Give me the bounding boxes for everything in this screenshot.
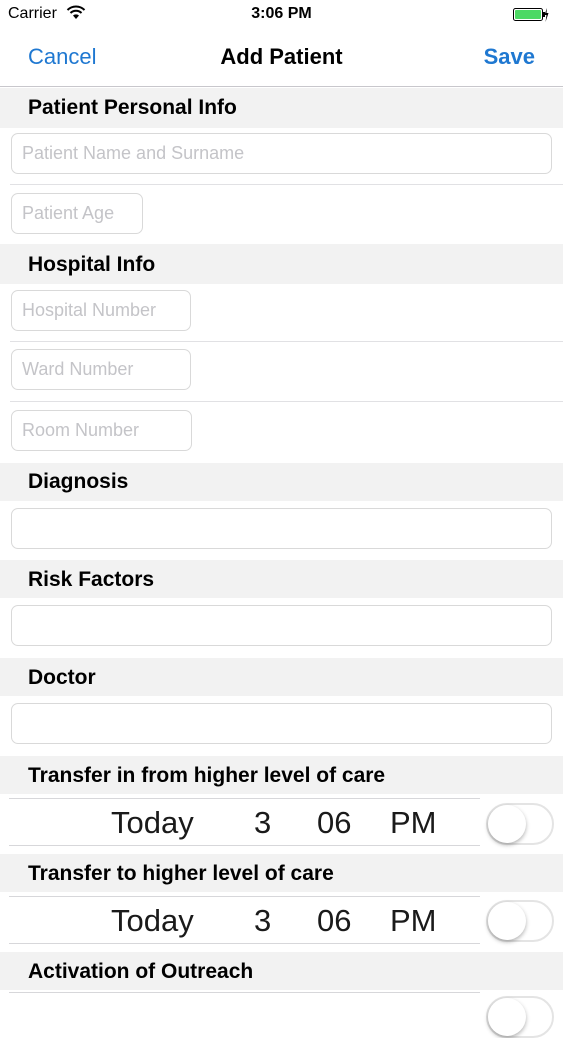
ward-number-field[interactable]: Ward Number xyxy=(11,349,191,390)
section-header-outreach: Activation of Outreach xyxy=(0,952,563,990)
picker-day[interactable]: Today xyxy=(111,805,194,841)
section-header-risk-factors: Risk Factors xyxy=(0,560,563,598)
divider xyxy=(10,184,563,185)
transfer-to-time-picker[interactable]: Today 3 06 PM xyxy=(9,896,480,944)
toggle-knob xyxy=(488,805,526,843)
picker-minute[interactable]: 06 xyxy=(317,805,351,841)
page-title: Add Patient xyxy=(220,44,343,69)
transfer-to-toggle[interactable] xyxy=(486,900,554,942)
status-time: 3:06 PM xyxy=(251,5,312,22)
transfer-in-time-picker[interactable]: Today 3 06 PM xyxy=(9,798,480,846)
picker-minute[interactable]: 06 xyxy=(317,903,351,939)
section-header-personal: Patient Personal Info xyxy=(0,88,563,128)
section-header-hospital: Hospital Info xyxy=(0,244,563,284)
hospital-number-field[interactable]: Hospital Number xyxy=(11,290,191,331)
room-number-field[interactable]: Room Number xyxy=(11,410,192,451)
section-header-diagnosis: Diagnosis xyxy=(0,463,563,501)
risk-factors-field[interactable] xyxy=(11,605,552,646)
picker-ampm[interactable]: PM xyxy=(390,805,437,841)
status-bar: Carrier 3:06 PM xyxy=(0,0,563,30)
picker-day[interactable]: Today xyxy=(111,903,194,939)
battery-icon xyxy=(513,8,549,22)
patient-age-field[interactable]: Patient Age xyxy=(11,193,143,234)
toggle-knob xyxy=(488,902,526,940)
section-header-transfer-to: Transfer to higher level of care xyxy=(0,854,563,892)
doctor-field[interactable] xyxy=(11,703,552,744)
save-button[interactable]: Save xyxy=(484,44,535,70)
section-header-doctor: Doctor xyxy=(0,658,563,696)
navigation-bar: Cancel Add Patient Save xyxy=(0,30,563,87)
diagnosis-field[interactable] xyxy=(11,508,552,549)
toggle-knob xyxy=(488,998,526,1036)
divider xyxy=(9,992,480,993)
divider xyxy=(10,401,563,402)
picker-hour[interactable]: 3 xyxy=(254,903,271,939)
transfer-in-toggle[interactable] xyxy=(486,803,554,845)
picker-ampm[interactable]: PM xyxy=(390,903,437,939)
picker-hour[interactable]: 3 xyxy=(254,805,271,841)
section-header-transfer-in: Transfer in from higher level of care xyxy=(0,756,563,794)
patient-name-field[interactable]: Patient Name and Surname xyxy=(11,133,552,174)
outreach-toggle[interactable] xyxy=(486,996,554,1038)
divider xyxy=(10,341,563,342)
